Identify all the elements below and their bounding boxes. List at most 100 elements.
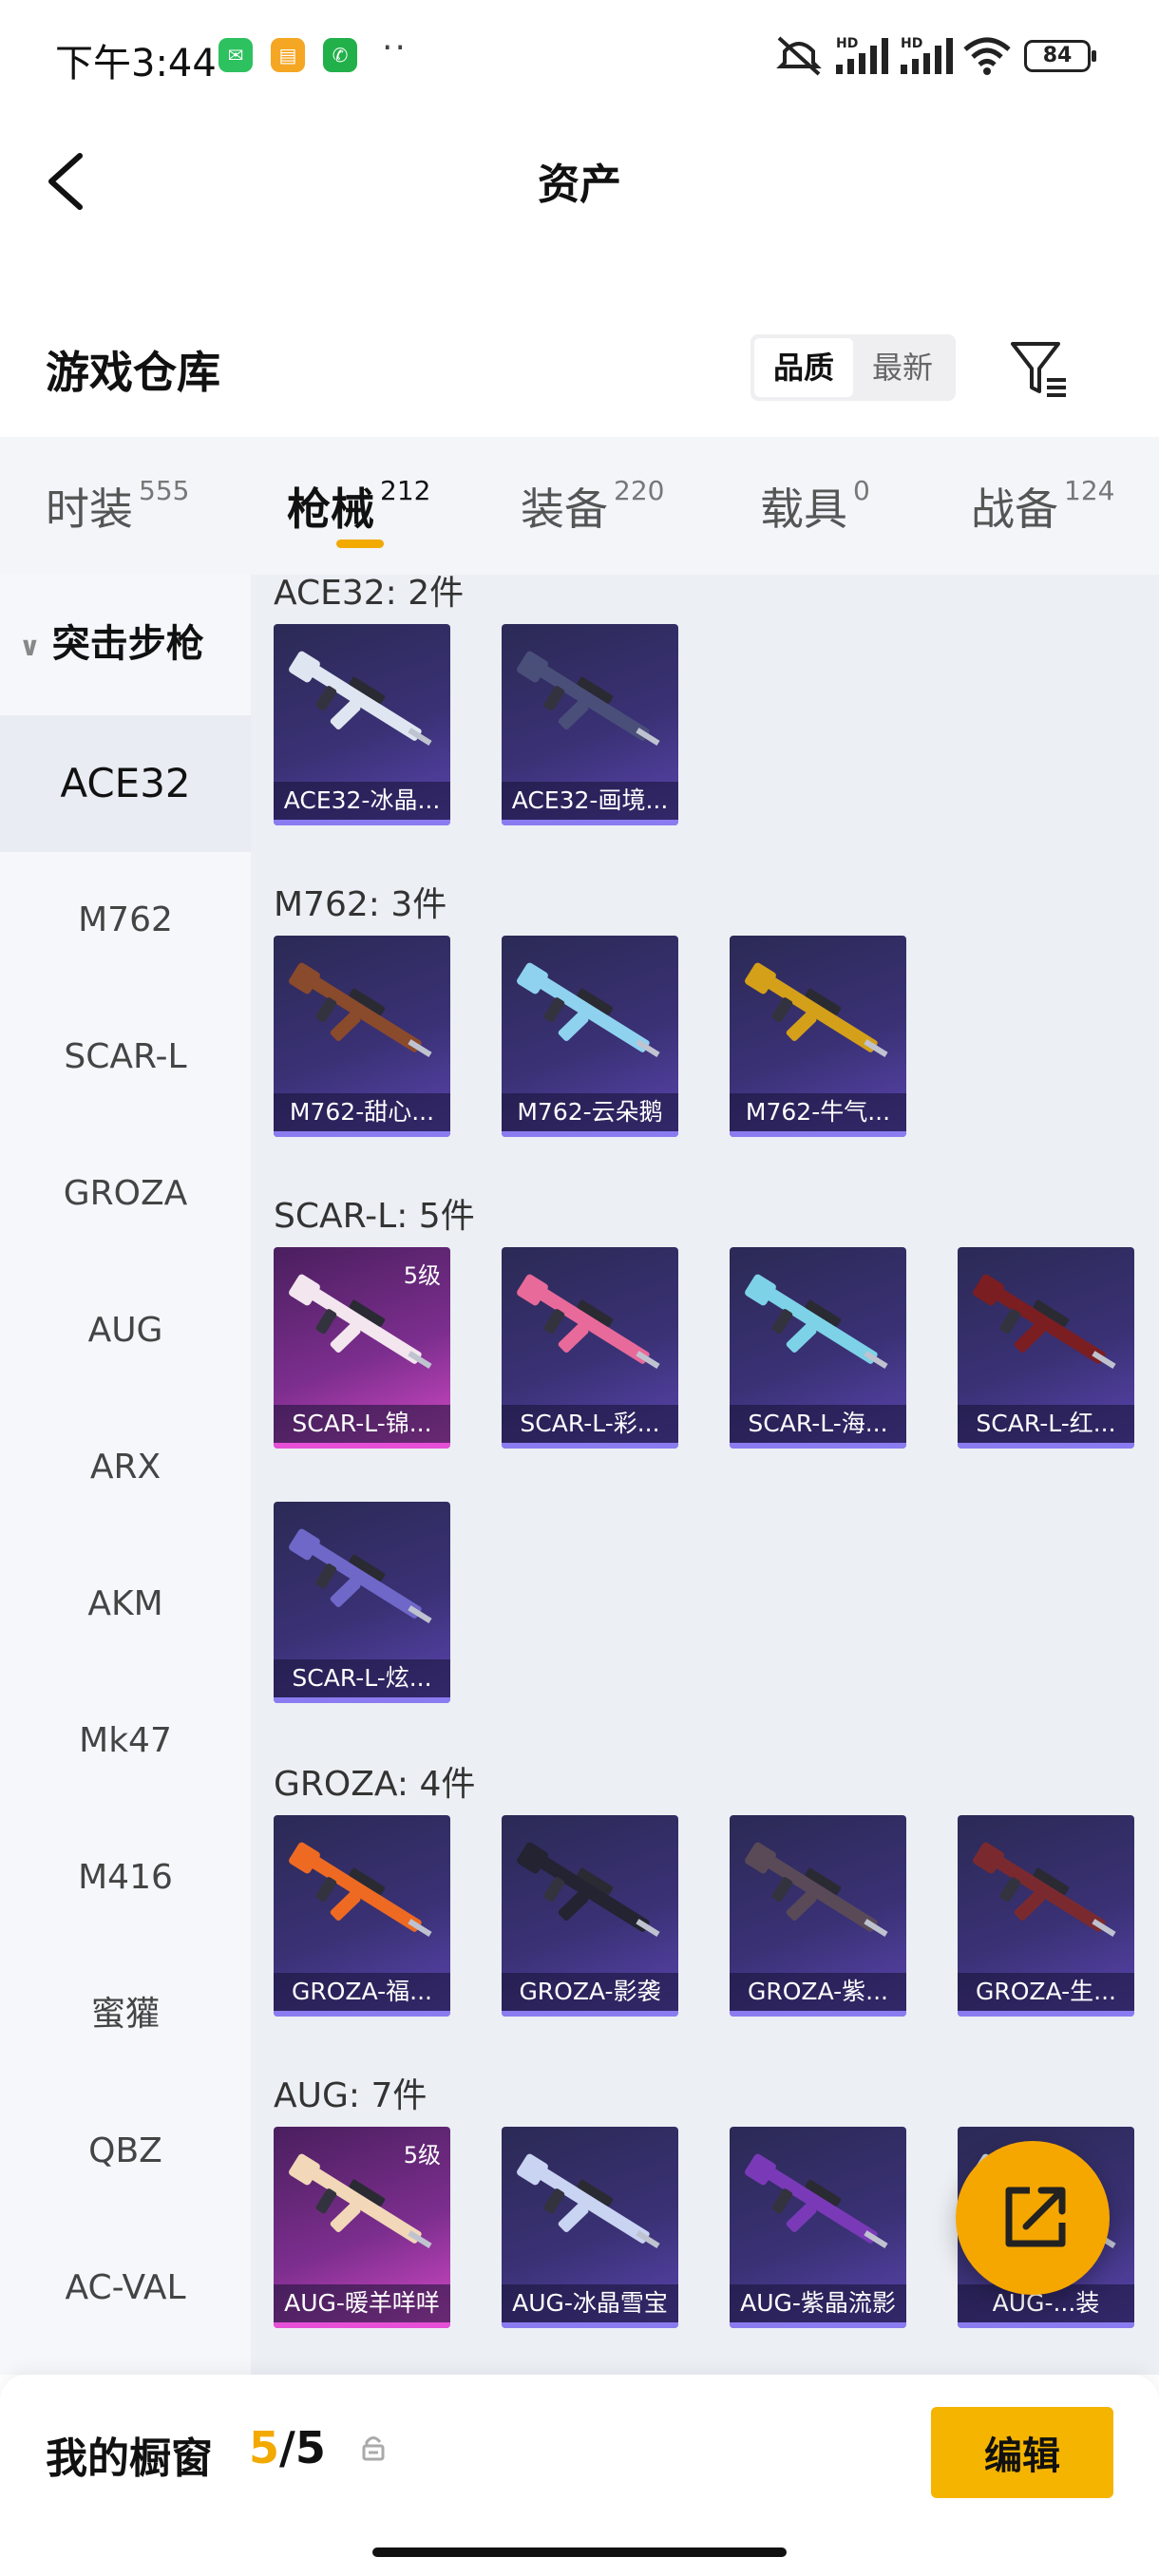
weapon-name: M762-云朵鹅 — [502, 1093, 678, 1131]
sidebar-item[interactable]: ARX — [0, 1399, 251, 1536]
page-title: 资产 — [538, 161, 621, 209]
category-tabs: 时装 555 枪械 212 装备 220 载具 0 战备 124 — [0, 437, 1159, 575]
sidebar-category-assault-rifles[interactable]: ∨ 突击步枪 — [19, 613, 204, 668]
rifle-icon — [973, 1274, 1116, 1369]
weapon-card[interactable]: GROZA-福... — [274, 1815, 450, 2017]
weapon-name: SCAR-L-彩... — [502, 1405, 678, 1443]
rifle-icon — [745, 962, 888, 1057]
sidebar-item[interactable]: ACE32 — [0, 715, 251, 852]
signal-1-label: HD — [836, 36, 858, 51]
sort-toggle: 品质 最新 — [750, 334, 956, 401]
section-title: GROZA: 4件 — [274, 1765, 476, 1804]
tab-label: 战备 — [971, 483, 1058, 535]
tab-count: 555 — [139, 475, 190, 506]
sidebar-item[interactable]: AUG — [0, 1262, 251, 1399]
tab-count: 124 — [1064, 475, 1115, 506]
sidebar-item[interactable]: 蜜獾 — [0, 1946, 251, 2083]
showcase-bar: 我的橱窗 5/5 编辑 — [0, 2375, 1159, 2576]
wifi-icon — [963, 37, 1011, 75]
weapon-card[interactable]: SCAR-L-炫... — [274, 1502, 450, 1703]
tab-vehicles[interactable]: 载具 0 — [760, 475, 870, 538]
phone-icon: ✆ — [323, 38, 357, 72]
weapon-card[interactable]: GROZA-影袭 — [502, 1815, 678, 2017]
tab-count: 0 — [853, 475, 870, 506]
sidebar-item[interactable]: AKM — [0, 1536, 251, 1673]
chevron-down-icon: ∨ — [19, 630, 41, 662]
level-badge: 5级 — [403, 2142, 441, 2169]
rifle-icon — [517, 962, 660, 1057]
section-title: M762: 3件 — [274, 885, 447, 924]
weapon-card[interactable]: SCAR-L-红... — [958, 1247, 1134, 1449]
tab-label: 枪械 — [287, 483, 374, 535]
signal-2-label: HD — [901, 36, 922, 51]
sort-newest-button[interactable]: 最新 — [853, 338, 952, 397]
level-badge: 5级 — [403, 1262, 441, 1289]
share-icon — [1005, 2187, 1066, 2247]
mute-icon — [776, 36, 822, 76]
weapon-card[interactable]: ACE32-画境... — [502, 624, 678, 825]
weapon-card[interactable]: AUG-冰晶雪宝 — [502, 2127, 678, 2328]
weapon-card[interactable]: 5级 SCAR-L-锦... — [274, 1247, 450, 1449]
filter-icon[interactable] — [1005, 334, 1072, 401]
lock-icon — [362, 2436, 385, 2461]
weapon-name: SCAR-L-炫... — [274, 1659, 450, 1697]
weapon-name: M762-牛气... — [730, 1093, 906, 1131]
rifle-icon — [517, 2153, 660, 2248]
tab-label: 装备 — [521, 483, 608, 535]
weapon-card[interactable]: 5级 AUG-暖羊咩咩 — [274, 2127, 450, 2328]
showcase-total: /5 — [279, 2422, 326, 2473]
weapon-name: AUG-暖羊咩咩 — [274, 2284, 450, 2322]
sidebar-item[interactable]: Mk47 — [0, 1673, 251, 1809]
tab-count: 212 — [380, 475, 431, 506]
tab-equipment[interactable]: 装备 220 — [521, 475, 664, 538]
showcase-current: 5 — [249, 2422, 280, 2473]
weapon-name: GROZA-福... — [274, 1973, 450, 2011]
weapon-card[interactable]: GROZA-生... — [958, 1815, 1134, 2017]
wechat-icon: ✉ — [218, 38, 253, 72]
sidebar-category-label: 突击步枪 — [51, 622, 204, 666]
sidebar-item[interactable]: SCAR-L — [0, 989, 251, 1126]
sidebar-item[interactable]: QBZ — [0, 2083, 251, 2220]
rifle-icon — [517, 1842, 660, 1937]
sidebar-item[interactable]: GROZA — [0, 1126, 251, 1262]
share-button[interactable] — [956, 2141, 1110, 2295]
notes-icon: ▤ — [271, 38, 305, 72]
sidebar-item[interactable]: M416 — [0, 1809, 251, 1946]
weapon-card[interactable]: M762-牛气... — [730, 936, 906, 1137]
back-arrow-icon[interactable] — [42, 148, 99, 215]
weapon-name: M762-甜心... — [274, 1093, 450, 1131]
rifle-icon — [289, 1842, 432, 1937]
home-indicator[interactable] — [372, 2548, 787, 2557]
rifle-icon — [289, 1528, 432, 1623]
tab-supplies[interactable]: 战备 124 — [971, 475, 1114, 538]
section-title: AUG: 7件 — [274, 2076, 428, 2115]
weapon-card[interactable]: AUG-紫晶流影 — [730, 2127, 906, 2328]
status-bar: 下午3:44 ✉ ▤ ✆ ·· HD HD 84 — [0, 0, 1159, 114]
edit-button[interactable]: 编辑 — [931, 2407, 1113, 2498]
showcase-label: 我的橱窗 — [46, 2434, 213, 2483]
weapon-card[interactable]: SCAR-L-海... — [730, 1247, 906, 1449]
weapon-card[interactable]: M762-甜心... — [274, 936, 450, 1137]
weapon-name: GROZA-影袭 — [502, 1973, 678, 2011]
weapon-name: SCAR-L-红... — [958, 1405, 1134, 1443]
signal-1-icon: HD — [836, 36, 888, 74]
weapon-card[interactable]: ACE32-冰晶... — [274, 624, 450, 825]
weapon-name: SCAR-L-锦... — [274, 1405, 450, 1443]
sort-quality-button[interactable]: 品质 — [754, 338, 853, 397]
weapon-name: AUG-紫晶流影 — [730, 2284, 906, 2322]
rifle-icon — [289, 962, 432, 1057]
sidebar-item[interactable]: AC-VAL — [0, 2220, 251, 2357]
weapon-grid: ACE32: 2件 ACE32-冰晶... ACE32-画境... M762: 3件 M… — [251, 575, 1159, 2375]
weapon-card[interactable]: SCAR-L-彩... — [502, 1247, 678, 1449]
weapon-card[interactable]: M762-云朵鹅 — [502, 936, 678, 1137]
tab-fashion[interactable]: 时装 555 — [46, 475, 189, 538]
weapon-name: ACE32-画境... — [502, 782, 678, 820]
rifle-icon — [745, 1274, 888, 1369]
weapon-name: ACE32-冰晶... — [274, 782, 450, 820]
sidebar-item[interactable]: M762 — [0, 852, 251, 989]
weapon-card[interactable]: GROZA-紫... — [730, 1815, 906, 2017]
weapon-type-sidebar: ∨ 突击步枪 ACE32 M762 SCAR-L GROZA AUG ARX AKM Mk47 M… — [0, 575, 251, 2375]
showcase-count: 5/5 — [249, 2422, 326, 2473]
rifle-icon — [517, 1274, 660, 1369]
tab-weapons[interactable]: 枪械 212 — [287, 475, 430, 538]
